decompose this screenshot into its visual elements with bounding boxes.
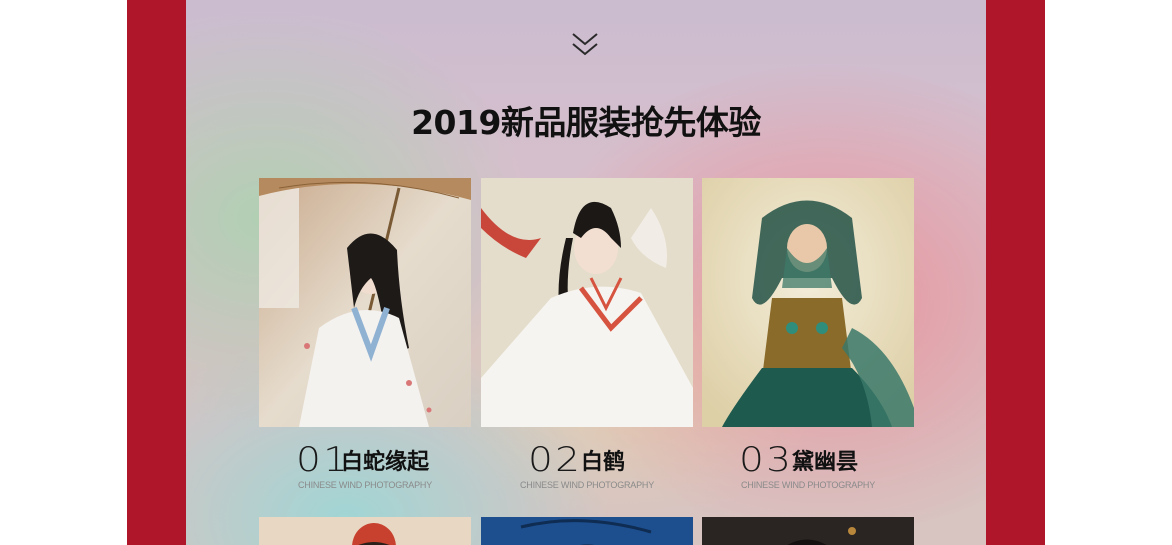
card-name: 黛幽昙 — [792, 450, 859, 475]
card-number: 02 — [528, 440, 583, 480]
double-chevron-down-icon[interactable] — [571, 30, 599, 60]
card-caption: 03 黛幽昙 CHINESE WIND PHOTOGRAPHY — [702, 427, 914, 490]
card-caption: 01 白蛇缘起 CHINESE WIND PHOTOGRAPHY — [259, 427, 471, 490]
product-card-2[interactable]: 02 白鹤 CHINESE WIND PHOTOGRAPHY — [481, 178, 693, 490]
card-name: 白鹤 — [581, 450, 626, 475]
product-card-4-partial[interactable] — [259, 517, 471, 545]
content-panel: 2019新品服装抢先体验 01 白蛇缘起 CHINESE WIND PHOTOG… — [186, 0, 986, 545]
card-subtitle: CHINESE WIND PHOTOGRAPHY — [740, 480, 876, 490]
card-subtitle: CHINESE WIND PHOTOGRAPHY — [519, 480, 655, 490]
card-photo-white-crane[interactable] — [481, 178, 693, 427]
product-card-3[interactable]: 03 黛幽昙 CHINESE WIND PHOTOGRAPHY — [702, 178, 914, 490]
product-card-6-partial[interactable] — [702, 517, 914, 545]
card-caption: 02 白鹤 CHINESE WIND PHOTOGRAPHY — [481, 427, 693, 490]
card-number: 03 — [739, 440, 794, 480]
product-card-5-partial[interactable] — [481, 517, 693, 545]
card-photo-dai-you-tan[interactable] — [702, 178, 914, 427]
product-card-1[interactable]: 01 白蛇缘起 CHINESE WIND PHOTOGRAPHY — [259, 178, 471, 490]
card-subtitle: CHINESE WIND PHOTOGRAPHY — [297, 480, 433, 490]
card-name: 白蛇缘起 — [341, 450, 430, 475]
card-photo-white-snake[interactable] — [259, 178, 471, 427]
section-title: 2019新品服装抢先体验 — [411, 103, 761, 142]
